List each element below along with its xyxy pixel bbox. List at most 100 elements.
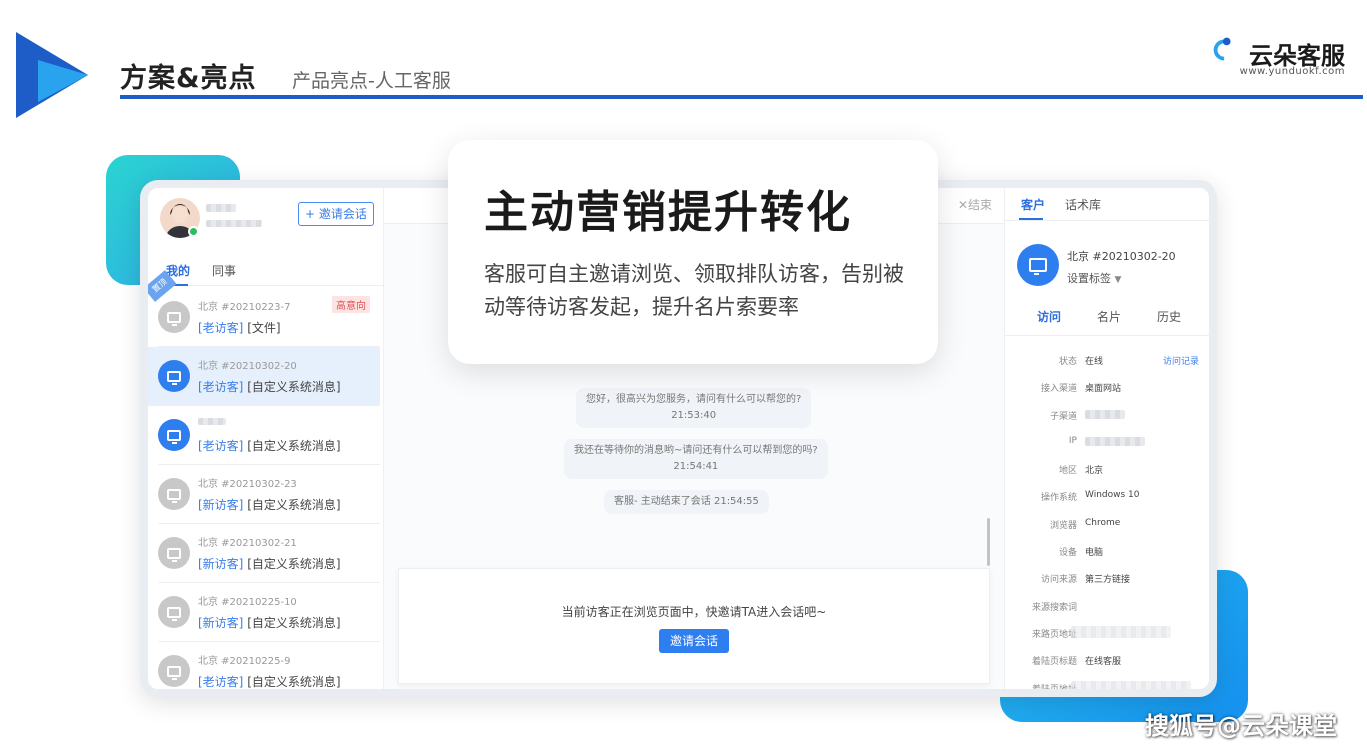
info-key: 来源搜索词: [1031, 602, 1077, 613]
monitor-icon: [167, 606, 181, 621]
conversation-item-active[interactable]: 北京 #20210302-20 [老访客] [自定义系统消息]: [148, 347, 380, 406]
tab-customer[interactable]: 客户: [1021, 196, 1045, 213]
chat-scrollbar[interactable]: [987, 518, 990, 566]
slide-subtitle: 产品亮点-人工客服: [292, 70, 451, 92]
visitor-type-tag: [新访客]: [198, 557, 244, 571]
invite-chat-button[interactable]: 邀请会话: [659, 629, 729, 653]
watermark: 搜狐号@云朵课堂: [1145, 712, 1337, 740]
info-value-redacted: [1071, 680, 1191, 689]
last-message: [老访客] [自定义系统消息]: [198, 378, 341, 395]
tab-card[interactable]: 名片: [1097, 308, 1121, 325]
invite-prompt-box: 当前访客正在浏览页面中，快邀请TA进入会话吧~ 邀请会话: [398, 568, 990, 684]
feature-title: 主动营销提升转化: [484, 187, 852, 238]
info-value: 北京: [1085, 466, 1104, 477]
info-value-redacted: [1085, 436, 1145, 446]
info-value: 在线: [1085, 357, 1104, 367]
visitor-avatar: [158, 655, 190, 687]
last-message: [新访客] [自定义系统消息]: [198, 614, 341, 631]
last-message: [新访客] [自定义系统消息]: [198, 555, 341, 572]
tab-divider: [1005, 220, 1209, 221]
visitor-name-redacted: [198, 418, 226, 425]
chat-bubble-text: 我还在等待你的消息哟~请问还有什么可以帮到您的吗?: [574, 445, 818, 456]
last-message: [老访客] [文件]: [198, 319, 281, 336]
conversation-panel: + 邀请会话 我的 同事 置顶 北京 #20210223-7 高意向 [老访客]…: [148, 188, 384, 689]
info-key: 状态: [1058, 357, 1077, 367]
set-tag-label: 设置标签: [1067, 272, 1111, 285]
chat-bubble: 您好，很高兴为您服务，请问有什么可以帮您的? 21:53:40: [576, 388, 812, 428]
info-row-search-term: 来源搜索词: [1005, 594, 1209, 621]
tab-colleagues[interactable]: 同事: [212, 262, 236, 279]
monitor-icon: [167, 665, 181, 680]
visitor-avatar: [158, 419, 190, 451]
end-conversation-button[interactable]: ✕结束: [958, 196, 992, 213]
info-row-source: 访问来源 第三方链接: [1005, 566, 1209, 593]
conversation-item[interactable]: 北京 #20210223-7 高意向 [老访客] [文件]: [158, 288, 380, 347]
monitor-icon: [167, 429, 181, 444]
info-row-landing-title: 着陆页标题 在线客服: [1005, 648, 1209, 675]
customer-info-panel: 客户 话术库 北京 #20210302-20 设置标签 ▼ 访问 名片 历史 访…: [1004, 188, 1209, 689]
agent-name-redacted: [206, 204, 236, 212]
info-value: 桌面网站: [1085, 384, 1122, 395]
visitor-type-tag: [老访客]: [198, 675, 244, 689]
info-value: 第三方链接: [1085, 575, 1131, 586]
conversation-item[interactable]: 北京 #20210302-23 [新访客] [自定义系统消息]: [158, 465, 380, 524]
visitor-name: 北京 #20210302-20: [198, 361, 297, 372]
monitor-icon: [167, 547, 181, 562]
conversation-item[interactable]: 北京 #20210302-21 [新访客] [自定义系统消息]: [158, 524, 380, 583]
customer-subtabs: 访问 名片 历史: [1005, 306, 1209, 336]
conversation-item[interactable]: 北京 #20210225-10 [新访客] [自定义系统消息]: [158, 583, 380, 642]
info-value: Chrome: [1085, 517, 1121, 528]
monitor-icon: [167, 311, 181, 326]
conversation-item[interactable]: [老访客] [自定义系统消息]: [158, 406, 380, 465]
info-row-browser: 浏览器 Chrome: [1005, 512, 1209, 539]
feature-card: 主动营销提升转化 客服可自主邀请浏览、领取排队访客，告别被动等待访客发起，提升名…: [448, 140, 938, 364]
info-value-redacted: [1071, 625, 1171, 638]
last-message: [老访客] [自定义系统消息]: [198, 673, 341, 689]
visitor-name: 北京 #20210302-21: [198, 538, 297, 549]
tab-script-library[interactable]: 话术库: [1065, 196, 1101, 213]
customer-avatar: [1017, 244, 1059, 286]
chat-bubble: 我还在等待你的消息哟~请问还有什么可以帮到您的吗? 21:54:41: [564, 439, 828, 479]
tab-history[interactable]: 历史: [1157, 308, 1181, 325]
invite-prompt-text: 当前访客正在浏览页面中，快邀请TA进入会话吧~: [561, 605, 827, 619]
visitor-avatar: [158, 596, 190, 628]
info-key: 地区: [1058, 466, 1077, 477]
visitor-name: 北京 #20210225-10: [198, 597, 297, 608]
visitor-name: 北京 #20210225-9: [198, 656, 291, 667]
info-key: 浏览器: [1049, 520, 1077, 531]
info-row-channel: 接入渠道 桌面网站: [1005, 375, 1209, 402]
info-row-ip: IP: [1005, 430, 1209, 457]
conversation-item[interactable]: 北京 #20210225-9 [老访客] [自定义系统消息]: [158, 642, 380, 689]
info-row-landing-url: 着陆页地址: [1005, 676, 1209, 689]
info-value-redacted: [1085, 409, 1125, 419]
agent-id-redacted: [206, 220, 262, 227]
monitor-icon: [167, 488, 181, 503]
feature-description: 客服可自主邀请浏览、领取排队访客，告别被动等待访客发起，提升名片索要率: [484, 262, 904, 319]
info-row-device: 设备 电脑: [1005, 539, 1209, 566]
message-preview: [自定义系统消息]: [243, 439, 341, 453]
info-key: 访问来源: [1040, 575, 1077, 586]
set-tag-dropdown[interactable]: 设置标签 ▼: [1067, 270, 1121, 286]
message-preview: [自定义系统消息]: [243, 675, 341, 689]
info-row-os: 操作系统 Windows 10: [1005, 484, 1209, 511]
info-key: 操作系统: [1040, 493, 1077, 504]
message-preview: [自定义系统消息]: [243, 498, 341, 512]
info-row-status: 状态 在线: [1005, 348, 1209, 375]
chat-bubble-time: 21:53:40: [671, 410, 717, 421]
visitor-type-tag: [老访客]: [198, 439, 244, 453]
invite-conversation-button[interactable]: + 邀请会话: [298, 202, 374, 226]
message-preview: [自定义系统消息]: [243, 616, 341, 630]
brand-url: www.yunduokf.com: [1239, 66, 1345, 77]
slide-title: 方案&亮点: [120, 63, 257, 94]
tab-visit[interactable]: 访问: [1037, 308, 1061, 325]
system-message: 客服- 主动结束了会话 21:54:55: [604, 490, 769, 514]
monitor-icon: [1029, 258, 1047, 275]
caret-down-icon: ▼: [1114, 275, 1122, 285]
monitor-icon: [167, 370, 181, 385]
info-value: 在线客服: [1085, 657, 1122, 668]
info-key: 着陆页标题: [1031, 657, 1077, 668]
conversation-list: 北京 #20210223-7 高意向 [老访客] [文件] 北京 #202103…: [148, 288, 384, 689]
visitor-avatar: [158, 360, 190, 392]
info-row-referrer: 来路页地址: [1005, 621, 1209, 648]
last-message: [新访客] [自定义系统消息]: [198, 496, 341, 513]
